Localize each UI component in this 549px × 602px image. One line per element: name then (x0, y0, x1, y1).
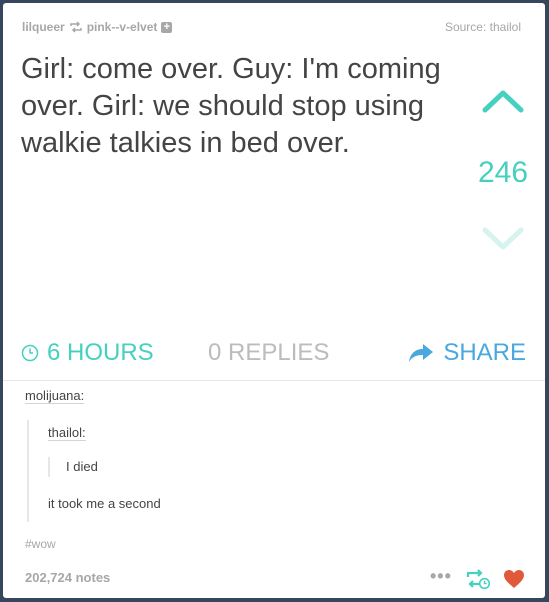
replies-link[interactable]: 0 REPLIES (208, 339, 329, 367)
vote-count: 246 (477, 156, 529, 189)
reblog-trail: lilqueer pink--v-elvet + (22, 20, 173, 34)
more-options-icon[interactable]: ••• (430, 566, 452, 587)
like-heart-icon[interactable] (503, 569, 525, 589)
original-poster-link[interactable]: pink--v-elvet (87, 20, 158, 34)
downvote-arrow-icon[interactable] (481, 225, 525, 251)
upvote-arrow-icon[interactable] (481, 88, 525, 114)
follow-plus-icon[interactable]: + (161, 21, 173, 33)
reblog-button-icon[interactable] (465, 568, 491, 590)
timestamp[interactable]: 6 HOURS (21, 339, 154, 367)
post-tag[interactable]: #wow (25, 537, 56, 551)
source-link[interactable]: Source: thailol (445, 20, 521, 34)
post-quote-text: Girl: come over. Guy: I'm coming over. G… (21, 53, 441, 159)
reply-comment-text: it took me a second (48, 496, 161, 511)
post-header: lilqueer pink--v-elvet + Source: thailol (22, 20, 521, 38)
quoted-block: thailol: I died it took me a second (27, 420, 429, 522)
notes-count[interactable]: 202,724 notes (25, 570, 110, 585)
time-label: 6 HOURS (47, 339, 154, 366)
comment-username-thailol[interactable]: thailol: (48, 425, 86, 441)
share-label: SHARE (443, 339, 526, 366)
clock-icon (21, 344, 39, 362)
comment-username-molijuana[interactable]: molijuana: (25, 388, 85, 404)
divider (3, 380, 545, 381)
nested-quoted-block: I died (48, 457, 98, 477)
reblog-icon (69, 21, 83, 33)
post-meta-row: 6 HOURS 0 REPLIES SHARE (21, 339, 526, 373)
share-arrow-icon (409, 344, 434, 362)
reblogger-link[interactable]: lilqueer (22, 20, 65, 34)
nested-comment-text: I died (66, 459, 98, 474)
post-card: lilqueer pink--v-elvet + Source: thailol… (3, 3, 545, 598)
share-button[interactable]: SHARE (407, 339, 526, 367)
